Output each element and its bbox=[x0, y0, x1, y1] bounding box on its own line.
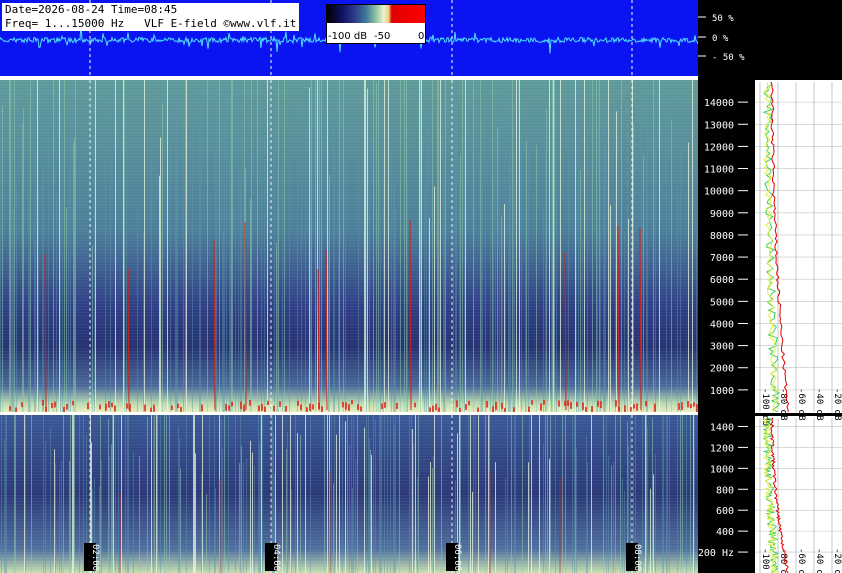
frequency-tick-label: 2000 bbox=[710, 364, 734, 375]
time-label: 06:00 bbox=[452, 544, 462, 571]
frequency-tick-label: 800 bbox=[716, 485, 734, 496]
info-box: Date=2026-08-24 Time=08:45 Freq= 1...150… bbox=[2, 3, 300, 31]
spectrum-db-label: -40 dB bbox=[814, 548, 824, 573]
frequency-tick-label: 9000 bbox=[710, 209, 734, 220]
frequency-tick-label: 5000 bbox=[710, 297, 734, 308]
spectrum-panel-1 bbox=[755, 80, 842, 413]
frequency-tick-label: 1000 bbox=[710, 386, 734, 397]
frequency-tick-label: 12000 bbox=[704, 142, 734, 153]
vlf-monitor-display: 50 % 0 % - 50 % 14000 13000 12000 11000 10000 9… bbox=[0, 0, 842, 573]
spectrum-db-label: -20 dB bbox=[832, 388, 842, 421]
spectrum-db-label: -40 dB bbox=[814, 388, 824, 421]
spectrum-db-label: -100 dB bbox=[760, 548, 770, 573]
frequency-tick-label: 14000 bbox=[704, 98, 734, 109]
spectrogram-divider bbox=[0, 412, 698, 415]
color-scale-gradient bbox=[327, 5, 425, 23]
frequency-tick-label: 10000 bbox=[704, 187, 734, 198]
frequency-label: Freq= 1...15000 Hz VLF E-field ©www.vlf.… bbox=[5, 17, 297, 30]
spectrogram-lower bbox=[0, 415, 698, 573]
spectrogram-upper bbox=[0, 80, 698, 416]
color-scale-legend: -100 dB -50 0 bbox=[326, 4, 426, 44]
frequency-tick-label: 1000 bbox=[710, 464, 734, 475]
time-label: 04:00 bbox=[271, 544, 281, 571]
time-label: 08:00 bbox=[632, 544, 642, 571]
color-scale-min-label: -100 dB bbox=[328, 31, 368, 42]
frequency-tick-label: 8000 bbox=[710, 231, 734, 242]
color-scale-max-label: 0 bbox=[418, 31, 425, 42]
frequency-tick-label: 7000 bbox=[710, 253, 734, 264]
color-scale-mid-label: -50 bbox=[374, 31, 391, 42]
date-time-label: Date=2026-08-24 Time=08:45 bbox=[5, 3, 178, 16]
waveform-y-tick-label: 0 % bbox=[712, 34, 729, 44]
panel-separator bbox=[0, 76, 698, 80]
spectrum-db-label: -60 dB bbox=[796, 548, 806, 573]
spectrum-db-label: -60 dB bbox=[796, 388, 806, 421]
frequency-tick-label: 1400 bbox=[710, 422, 734, 433]
frequency-tick-label: 6000 bbox=[710, 275, 734, 286]
frequency-tick-label: 4000 bbox=[710, 319, 734, 330]
frequency-tick-label: 13000 bbox=[704, 120, 734, 131]
waveform-y-tick-label: - 50 % bbox=[712, 53, 745, 63]
waveform-y-tick-label: 50 % bbox=[712, 14, 734, 24]
frequency-tick-label: 600 bbox=[716, 506, 734, 517]
frequency-tick-label: 400 bbox=[716, 527, 734, 538]
time-label: 02:00 bbox=[90, 544, 100, 571]
frequency-tick-label: 200 Hz bbox=[698, 548, 734, 559]
frequency-tick-label: 11000 bbox=[704, 165, 734, 176]
spectrum-db-label: -20 dB bbox=[832, 548, 842, 573]
frequency-tick-label: 1200 bbox=[710, 443, 734, 454]
vlf-spectrogram-figure: 50 %0 %- 50 % 14000130001200011000100009… bbox=[0, 0, 842, 573]
frequency-tick-label: 3000 bbox=[710, 342, 734, 353]
